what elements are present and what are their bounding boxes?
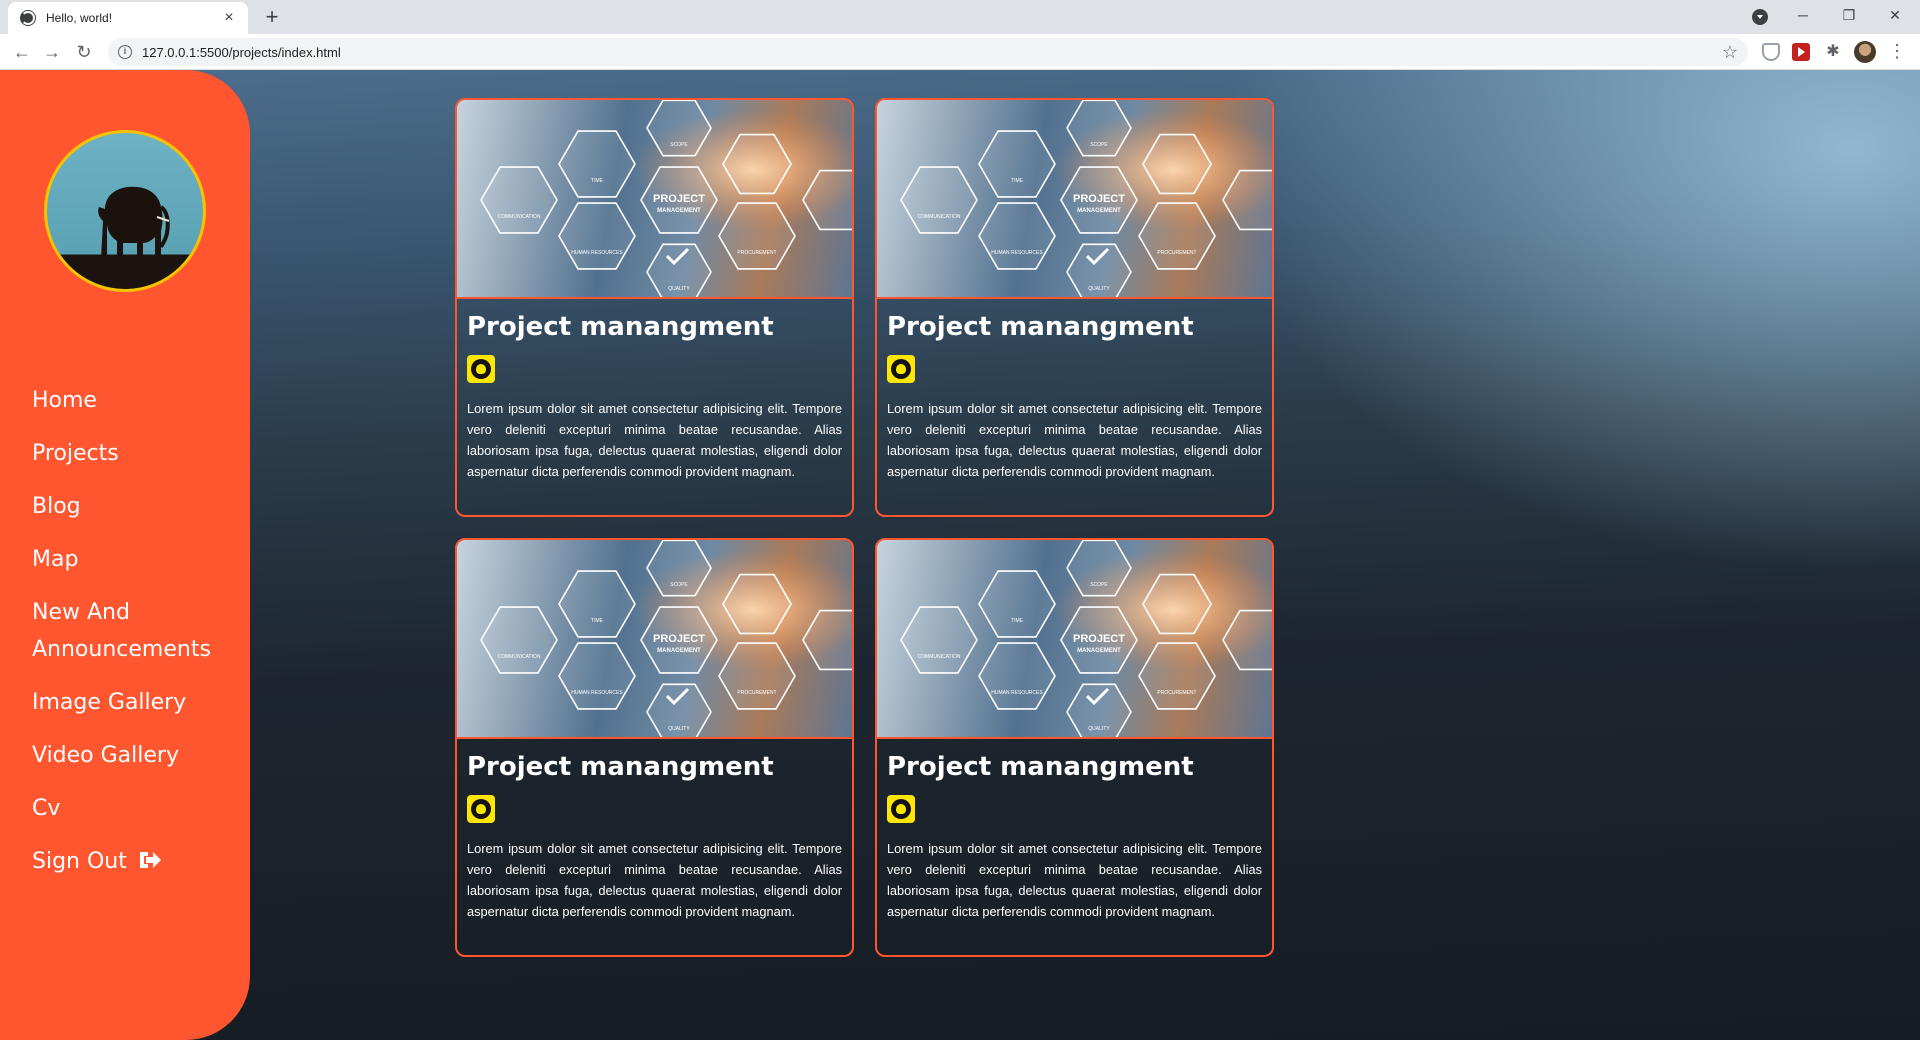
image-label: HUMAN RESOURCES bbox=[571, 250, 623, 256]
shield-extension-icon[interactable] bbox=[1762, 43, 1780, 61]
restore-button[interactable]: ❐ bbox=[1826, 0, 1872, 32]
github-link-button[interactable] bbox=[467, 355, 495, 383]
image-label: PROCUREMENT bbox=[1157, 690, 1196, 696]
sign-out-label: Sign Out bbox=[32, 849, 127, 874]
project-title: Project manangment bbox=[887, 752, 1194, 782]
forward-button[interactable]: → bbox=[40, 40, 64, 64]
project-image-frame: SCOPE TIME COMMUNICATION PROJECT HUMAN RESOU… bbox=[877, 100, 1272, 299]
github-icon bbox=[471, 799, 491, 819]
project-image: SCOPE TIME COMMUNICATION PROJECT HUMAN RESOU… bbox=[457, 540, 852, 737]
image-label: SCOPE bbox=[670, 582, 688, 588]
image-label: PROCUREMENT bbox=[1157, 250, 1196, 256]
image-label: QUALITY bbox=[668, 286, 690, 292]
nav-item-image-gallery[interactable]: Image Gallery bbox=[32, 684, 232, 721]
extensions-puzzle-icon[interactable]: ✱ bbox=[1824, 43, 1842, 61]
image-label: COMMUNICATION bbox=[498, 214, 541, 220]
github-link-button[interactable] bbox=[887, 355, 915, 383]
sidebar: Home Projects Blog Map New And Announcem… bbox=[0, 70, 250, 1040]
project-card: SCOPE TIME COMMUNICATION PROJECT HUMAN RESOU… bbox=[875, 98, 1274, 517]
bookmark-star-icon[interactable]: ☆ bbox=[1722, 42, 1738, 63]
project-image: SCOPE TIME COMMUNICATION PROJECT HUMAN RESOU… bbox=[877, 540, 1272, 737]
nav-item-map[interactable]: Map bbox=[32, 541, 232, 578]
nav-item-cv[interactable]: Cv bbox=[32, 790, 232, 827]
site-logo[interactable] bbox=[44, 130, 206, 292]
browser-tab-strip: Hello, world! × + ─ ❐ ✕ bbox=[0, 0, 1920, 34]
project-image-frame: SCOPE TIME COMMUNICATION PROJECT HUMAN RESOU… bbox=[877, 540, 1272, 739]
sidebar-nav: Home Projects Blog Map New And Announcem… bbox=[32, 382, 232, 896]
github-icon bbox=[891, 359, 911, 379]
address-bar[interactable]: i 127.0.0.1:5500/projects/index.html ☆ bbox=[108, 38, 1748, 66]
image-label: COMMUNICATION bbox=[918, 654, 961, 660]
nav-item-video-gallery[interactable]: Video Gallery bbox=[32, 737, 232, 774]
project-title: Project manangment bbox=[887, 312, 1194, 342]
image-label: MANAGEMENT bbox=[657, 648, 701, 654]
image-label: SCOPE bbox=[1090, 142, 1108, 148]
image-label: TIME bbox=[591, 618, 604, 624]
nav-item-sign-out[interactable]: Sign Out bbox=[32, 843, 232, 880]
reload-button[interactable]: ↻ bbox=[72, 40, 96, 64]
new-tab-button[interactable]: + bbox=[258, 4, 286, 32]
image-label: COMMUNICATION bbox=[918, 214, 961, 220]
github-icon bbox=[891, 799, 911, 819]
project-image: SCOPE TIME COMMUNICATION PROJECT HUMAN RESOU… bbox=[877, 100, 1272, 297]
tab-title: Hello, world! bbox=[46, 11, 113, 25]
url-text[interactable]: 127.0.0.1:5500/projects/index.html bbox=[142, 45, 1722, 60]
browser-toolbar: ← → ↻ i 127.0.0.1:5500/projects/index.ht… bbox=[0, 34, 1920, 70]
project-image-frame: SCOPE TIME COMMUNICATION PROJECT HUMAN RESOU… bbox=[457, 100, 852, 299]
video-extension-icon[interactable] bbox=[1792, 43, 1810, 61]
info-icon[interactable]: i bbox=[118, 45, 132, 59]
globe-icon bbox=[20, 10, 36, 26]
close-window-button[interactable]: ✕ bbox=[1872, 0, 1918, 32]
project-description: Lorem ipsum dolor sit amet consectetur a… bbox=[887, 401, 1262, 479]
image-label: HUMAN RESOURCES bbox=[991, 250, 1043, 256]
image-label: MANAGEMENT bbox=[1077, 648, 1121, 654]
project-image-frame: SCOPE TIME COMMUNICATION PROJECT HUMAN RESOU… bbox=[457, 540, 852, 739]
back-button[interactable]: ← bbox=[10, 40, 34, 64]
image-label: MANAGEMENT bbox=[657, 208, 701, 214]
nav-item-projects[interactable]: Projects bbox=[32, 435, 232, 472]
browser-menu-icon[interactable]: ⋮ bbox=[1888, 40, 1906, 62]
project-title: Project manangment bbox=[467, 312, 774, 342]
tab-close-button[interactable]: × bbox=[220, 9, 238, 27]
image-label: PROJECT bbox=[653, 193, 705, 205]
project-card: SCOPE TIME COMMUNICATION PROJECT HUMAN RESOU… bbox=[455, 98, 854, 517]
image-label: QUALITY bbox=[1088, 726, 1110, 732]
image-label: TIME bbox=[1011, 618, 1024, 624]
image-label: QUALITY bbox=[668, 726, 690, 732]
tab-search-icon[interactable] bbox=[1752, 9, 1768, 25]
profile-avatar[interactable] bbox=[1854, 41, 1876, 63]
browser-tab[interactable]: Hello, world! × bbox=[8, 2, 248, 34]
image-label: MANAGEMENT bbox=[1077, 208, 1121, 214]
image-label: HUMAN RESOURCES bbox=[991, 690, 1043, 696]
github-icon bbox=[471, 359, 491, 379]
image-label: PROJECT bbox=[1073, 193, 1125, 205]
nav-item-news[interactable]: New And Announcements bbox=[32, 594, 232, 668]
project-description: Lorem ipsum dolor sit amet consectetur a… bbox=[467, 401, 842, 479]
project-description: Lorem ipsum dolor sit amet consectetur a… bbox=[467, 841, 842, 919]
project-image: SCOPE TIME COMMUNICATION PROJECT HUMAN RESOU… bbox=[457, 100, 852, 297]
project-title: Project manangment bbox=[467, 752, 774, 782]
image-label: SCOPE bbox=[1090, 582, 1108, 588]
image-label: TIME bbox=[591, 178, 604, 184]
project-card: SCOPE TIME COMMUNICATION PROJECT HUMAN RESOU… bbox=[455, 538, 854, 957]
github-link-button[interactable] bbox=[887, 795, 915, 823]
image-label: TIME bbox=[1011, 178, 1024, 184]
nav-item-blog[interactable]: Blog bbox=[32, 488, 232, 525]
image-label: SCOPE bbox=[670, 142, 688, 148]
image-label: QUALITY bbox=[1088, 286, 1110, 292]
elephant-icon bbox=[98, 186, 170, 259]
image-label: HUMAN RESOURCES bbox=[571, 690, 623, 696]
image-label: PROCUREMENT bbox=[737, 250, 776, 256]
image-label: COMMUNICATION bbox=[498, 654, 541, 660]
image-label: PROJECT bbox=[1073, 633, 1125, 645]
github-link-button[interactable] bbox=[467, 795, 495, 823]
project-description: Lorem ipsum dolor sit amet consectetur a… bbox=[887, 841, 1262, 919]
page-content: Home Projects Blog Map New And Announcem… bbox=[0, 70, 1920, 1040]
nav-item-home[interactable]: Home bbox=[32, 382, 232, 419]
image-label: PROJECT bbox=[653, 633, 705, 645]
minimize-button[interactable]: ─ bbox=[1780, 0, 1826, 32]
project-card: SCOPE TIME COMMUNICATION PROJECT HUMAN RESOU… bbox=[875, 538, 1274, 957]
image-label: PROCUREMENT bbox=[737, 690, 776, 696]
sign-out-icon bbox=[139, 852, 161, 868]
